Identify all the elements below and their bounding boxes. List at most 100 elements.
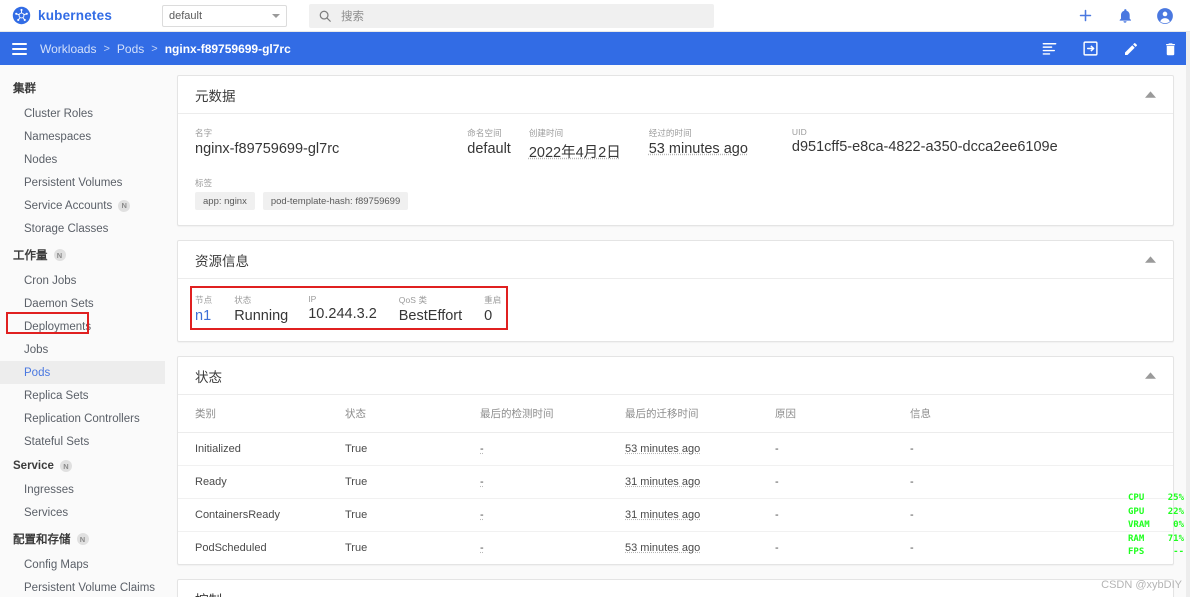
- sidebar-item-label: Stateful Sets: [24, 435, 90, 448]
- cell-last-transition: 53 minutes ago: [608, 432, 758, 466]
- sidebar-item-label: Replica Sets: [24, 389, 89, 402]
- cell-reason: -: [758, 432, 893, 466]
- kubernetes-logo-icon: [12, 6, 31, 25]
- metadata-field-value: default: [467, 141, 511, 157]
- menu-icon[interactable]: [12, 42, 27, 55]
- sidebar-item-cluster-roles[interactable]: Cluster Roles: [0, 102, 165, 125]
- resource-field-label: 节点: [195, 295, 213, 305]
- cell-message: -: [910, 542, 914, 554]
- table-row: Initialized True -53 minutes ago - -: [178, 432, 1173, 466]
- sidebar-item-replica-sets[interactable]: Replica Sets: [0, 384, 165, 407]
- resource-info-card: 资源信息 节点 n1 状态 Running IP 10.244.3.2 QoS 类 BestE…: [177, 240, 1174, 342]
- sidebar-item-label: Persistent Volume Claims: [24, 581, 156, 594]
- sidebar-item-persistent-volumes[interactable]: Persistent Volumes: [0, 171, 165, 194]
- exec-icon[interactable]: [1082, 40, 1099, 57]
- trash-icon[interactable]: [1163, 41, 1178, 57]
- cell-type: Ready: [178, 465, 328, 499]
- namespaced-badge: N: [76, 533, 89, 545]
- logs-icon[interactable]: [1041, 41, 1058, 56]
- resource-field-value: 0: [484, 308, 493, 324]
- sidebar-item-label: Config Maps: [24, 558, 89, 571]
- label-chip[interactable]: pod-template-hash: f89759699: [262, 192, 409, 210]
- cell-last-probe: -: [463, 432, 608, 466]
- topbar-actions: [1077, 7, 1190, 25]
- cell-reason: -: [775, 542, 779, 554]
- cell-last-probe: -: [463, 532, 608, 565]
- sidebar-item-label: Services: [24, 506, 69, 519]
- metadata-labels-row: 标签 app: nginx pod-template-hash: f8975969…: [195, 177, 1156, 210]
- resource-info-card-body: 节点 n1 状态 Running IP 10.244.3.2 QoS 类 BestEffort…: [178, 279, 1173, 341]
- metadata-field-1: 命名空间 default: [467, 127, 511, 157]
- sidebar-group-label: 工作量: [13, 250, 48, 262]
- sidebar-item-services[interactable]: Services: [0, 501, 165, 524]
- sidebar-item-deployments[interactable]: Deployments: [0, 315, 165, 338]
- cell-type: PodScheduled: [195, 542, 267, 554]
- label-chip[interactable]: app: nginx: [195, 192, 255, 210]
- cell-message: -: [893, 432, 1173, 466]
- scrollbar-track[interactable]: [1186, 32, 1190, 597]
- timestamp-value: -: [480, 509, 484, 521]
- status-card: 状态 类别 状态 最后的检测时间 最后的迁移时间 原因 信息 Initialized Tru…: [177, 356, 1174, 565]
- metadata-card: 元数据 名字 nginx-f89759699-gl7rc 命名空间 default 创建…: [177, 75, 1174, 226]
- timestamp-value: -: [480, 443, 484, 455]
- sidebar-item-replication-controllers[interactable]: Replication Controllers: [0, 407, 165, 430]
- timestamp-value: 31 minutes ago: [625, 509, 701, 521]
- kubernetes-dashboard: kubernetes default 搜索 Workloads > Pods >…: [0, 0, 1190, 597]
- cell-status: True: [328, 432, 463, 466]
- chevron-up-icon[interactable]: [1145, 255, 1156, 264]
- cell-last-transition: 31 minutes ago: [608, 498, 758, 532]
- sidebar-group-label: 集群: [13, 83, 36, 95]
- sidebar-item-storage-classes[interactable]: Storage Classes: [0, 217, 165, 240]
- search-input-placeholder: 搜索: [341, 10, 364, 23]
- timestamp-value: 53 minutes ago: [625, 542, 701, 554]
- breadcrumb-workloads[interactable]: Workloads: [40, 42, 96, 56]
- breadcrumb-pods[interactable]: Pods: [117, 42, 144, 56]
- body: 集群 Cluster Roles Namespaces Nodes Persistent…: [0, 65, 1190, 597]
- sidebar-item-label: Cron Jobs: [24, 274, 77, 287]
- namespaced-badge: N: [59, 460, 72, 472]
- metadata-field-4: UID d951cff5-e8ca-4822-a350-dcca2ee6109e: [792, 127, 1058, 155]
- cell-reason: -: [758, 498, 893, 532]
- sidebar-item-label: Persistent Volumes: [24, 176, 123, 189]
- metadata-field-label: 名字: [195, 128, 213, 138]
- sidebar-item-stateful-sets[interactable]: Stateful Sets: [0, 430, 165, 453]
- table-header-row: 类别 状态 最后的检测时间 最后的迁移时间 原因 信息: [178, 395, 1173, 433]
- search-box[interactable]: 搜索: [309, 3, 714, 28]
- sidebar-item-pods[interactable]: Pods: [0, 361, 165, 384]
- sidebar-item-ingresses[interactable]: Ingresses: [0, 478, 165, 501]
- metadata-field-value: nginx-f89759699-gl7rc: [195, 141, 340, 157]
- sidebar-group-label: 配置和存储: [13, 534, 71, 546]
- sidebar-item-label: Daemon Sets: [24, 297, 94, 310]
- chevron-up-icon[interactable]: [1145, 371, 1156, 380]
- control-card-header: 控制:: [178, 580, 1173, 597]
- metadata-field-label: 命名空间: [467, 128, 502, 138]
- sidebar-group-3: 配置和存储 N: [0, 524, 165, 553]
- cell-reason: -: [758, 465, 893, 499]
- sidebar-item-jobs[interactable]: Jobs: [0, 338, 165, 361]
- chevron-up-icon[interactable]: [1145, 90, 1156, 99]
- metadata-field-0: 名字 nginx-f89759699-gl7rc: [195, 127, 339, 157]
- sidebar-item-nodes[interactable]: Nodes: [0, 148, 165, 171]
- namespace-selector[interactable]: default: [162, 4, 287, 27]
- plus-icon[interactable]: [1077, 7, 1094, 24]
- sidebar-item-namespaces[interactable]: Namespaces: [0, 125, 165, 148]
- sidebar-item-service-accounts[interactable]: Service Accounts N: [0, 194, 165, 217]
- edit-pencil-icon[interactable]: [1123, 41, 1139, 57]
- resource-field-value[interactable]: n1: [195, 308, 212, 324]
- bell-icon[interactable]: [1117, 8, 1133, 24]
- metadata-fields: 名字 nginx-f89759699-gl7rc 命名空间 default 创建时间 20…: [195, 127, 1156, 162]
- resource-fields: 节点 n1 状态 Running IP 10.244.3.2 QoS 类 BestEffort…: [195, 294, 1156, 324]
- resource-field-2: IP 10.244.3.2: [308, 294, 377, 322]
- resource-field-label: 重启: [484, 295, 502, 305]
- brand-logo[interactable]: kubernetes: [0, 6, 150, 25]
- sidebar: 集群 Cluster Roles Namespaces Nodes Persistent…: [0, 65, 165, 597]
- account-circle-icon[interactable]: [1156, 7, 1174, 25]
- sidebar-item-persistent-volume-claims[interactable]: Persistent Volume Claims: [0, 576, 165, 597]
- sidebar-item-config-maps[interactable]: Config Maps: [0, 553, 165, 576]
- sidebar-item-label: Ingresses: [24, 483, 74, 496]
- sidebar-item-label: Replication Controllers: [24, 412, 140, 425]
- sidebar-item-cron-jobs[interactable]: Cron Jobs: [0, 269, 165, 292]
- breadcrumb-current-pod: nginx-f89759699-gl7rc: [164, 41, 291, 56]
- table-row: PodScheduled True - 53 minutes ago - -: [178, 532, 1173, 565]
- sidebar-item-daemon-sets[interactable]: Daemon Sets: [0, 292, 165, 315]
